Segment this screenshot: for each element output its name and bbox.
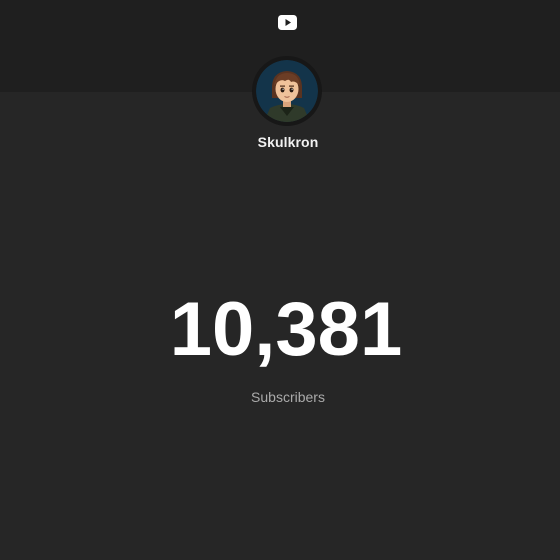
youtube-icon bbox=[278, 15, 297, 30]
avatar-ring bbox=[252, 56, 322, 126]
subscriber-count: 10,381 bbox=[169, 287, 403, 372]
avatar-icon bbox=[256, 60, 318, 122]
channel-name: Skulkron bbox=[257, 134, 319, 150]
subscriber-label: Subscribers bbox=[251, 389, 325, 405]
subscriber-counter-page: Skulkron 10,381 Subscribers bbox=[0, 0, 560, 560]
